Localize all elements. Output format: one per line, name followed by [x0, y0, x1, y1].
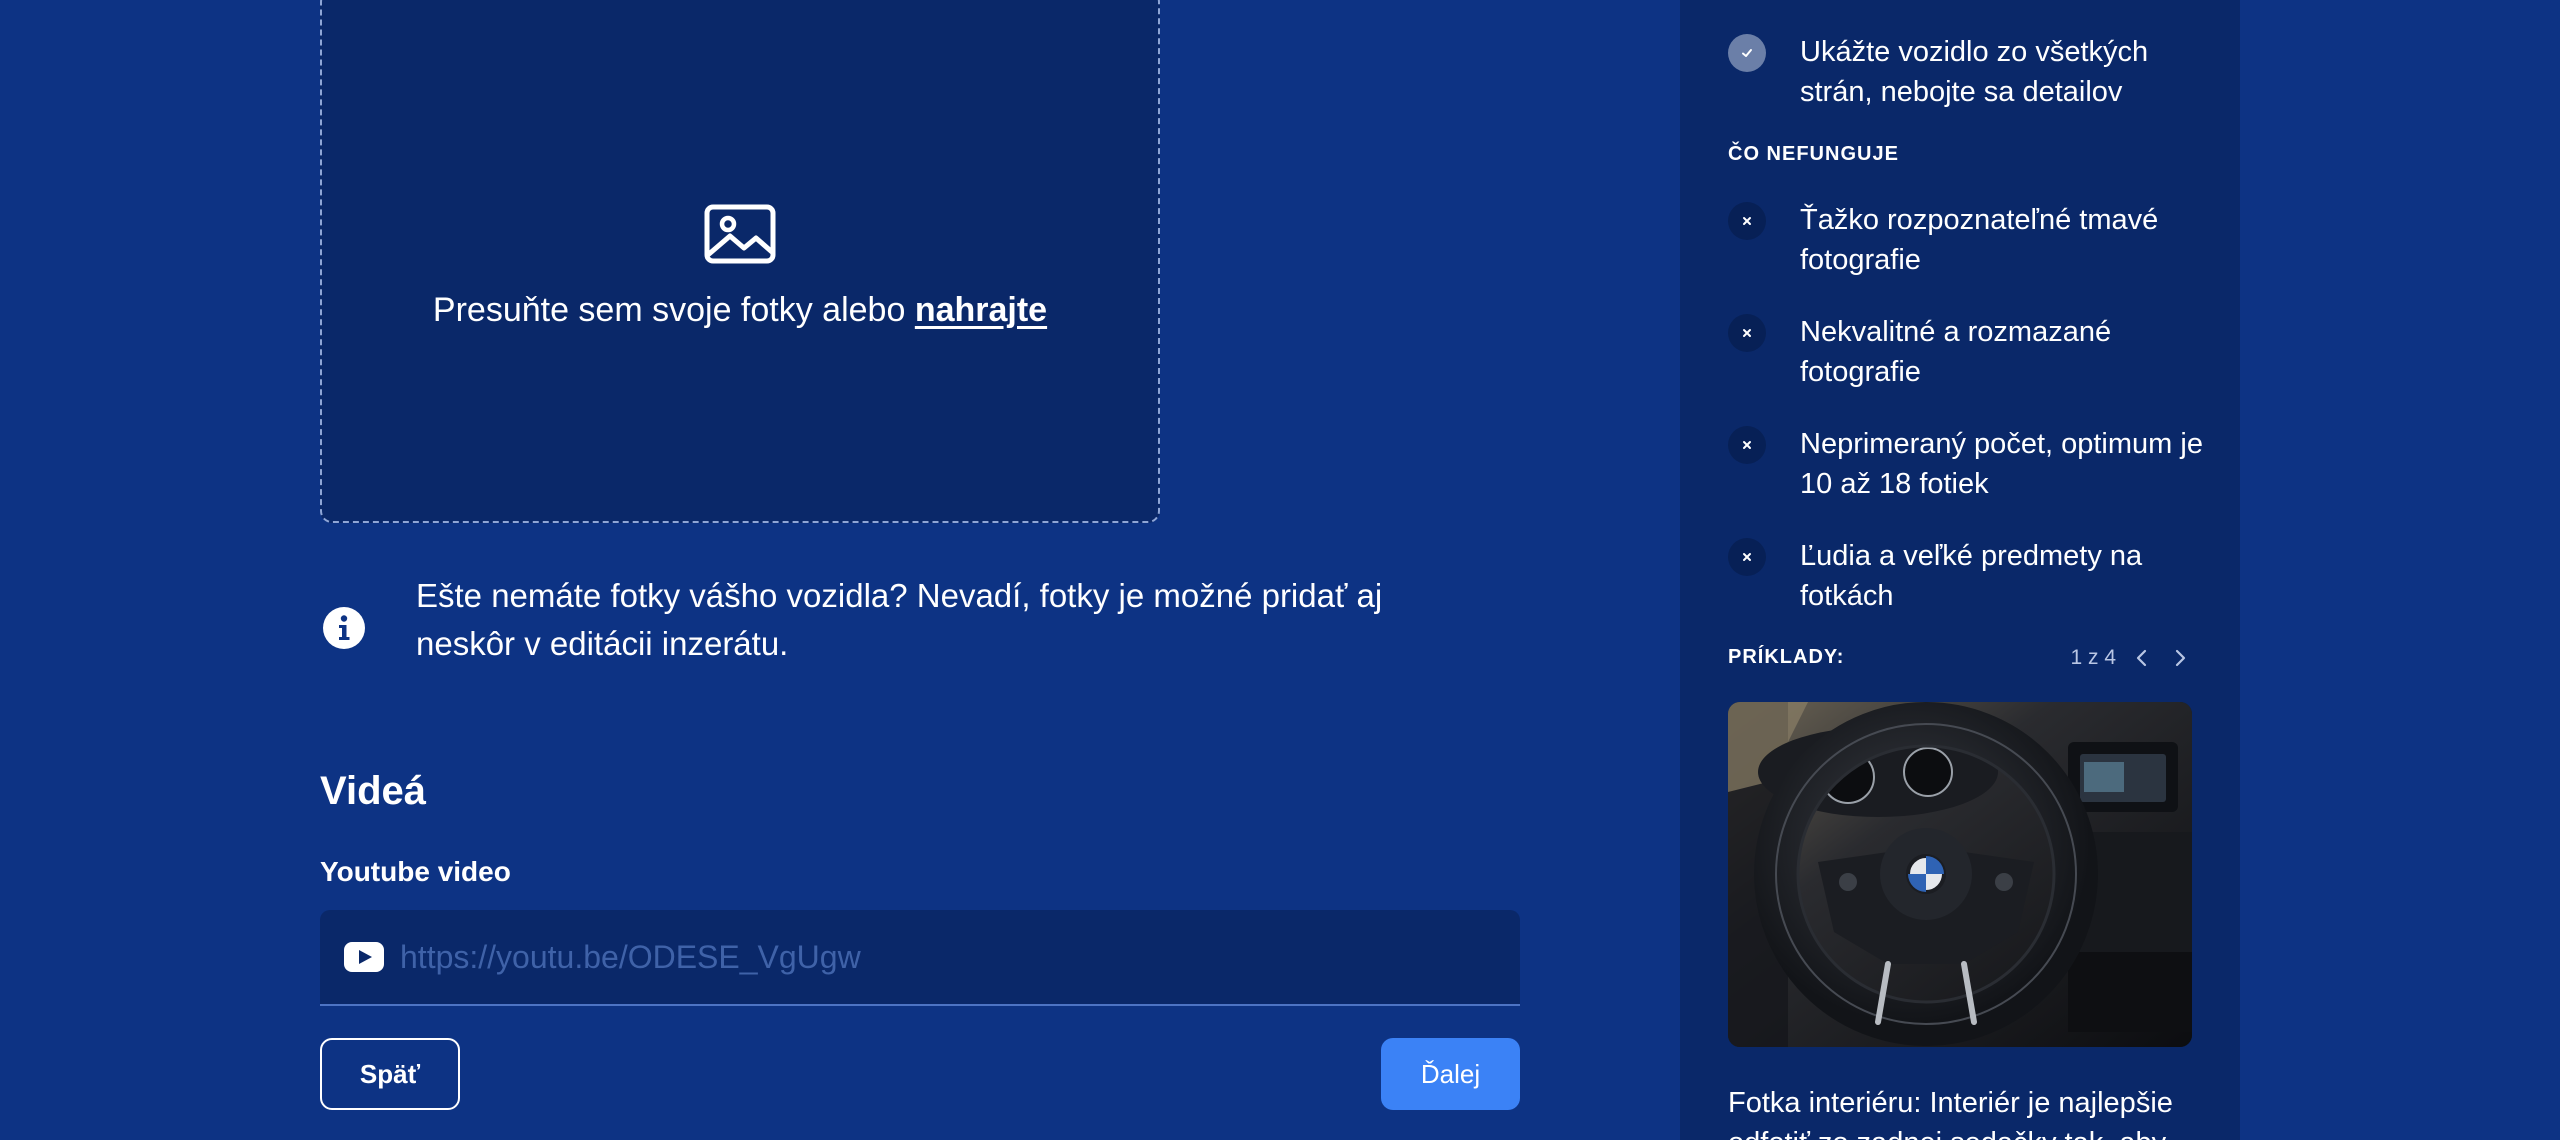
- photo-dropzone[interactable]: Presuňte sem svoje fotky alebo nahrajte: [320, 0, 1160, 523]
- tip-item-works: Ukážte vozidlo zo všetkých strán, nebojt…: [1728, 32, 2208, 112]
- tip-item-bad: Ľudia a veľké predmety na fotkách: [1728, 536, 2208, 616]
- examples-heading: PRÍKLADY:: [1728, 646, 1845, 668]
- close-icon: [1728, 202, 1766, 240]
- dropzone-instruction: Presuňte sem svoje fotky alebo: [432, 290, 915, 329]
- tip-text: Ukážte vozidlo zo všetkých strán, nebojt…: [1800, 36, 2149, 108]
- tip-text: Ľudia a veľké predmety na fotkách: [1800, 540, 2143, 612]
- youtube-label: Youtube video: [320, 856, 511, 887]
- photo-tips-panel: Ukážte vozidlo zo všetkých strán, nebojt…: [1680, 0, 2240, 1140]
- info-icon: [323, 607, 365, 649]
- info-text: Ešte nemáte fotky vášho vozidla? Nevadí,…: [416, 577, 1383, 662]
- close-icon: [1728, 426, 1766, 464]
- videos-heading: Videá: [320, 769, 426, 813]
- examples-pager: 1 z 4: [2070, 646, 2192, 670]
- chevron-right-icon[interactable]: [2168, 646, 2192, 670]
- next-button[interactable]: Ďalej: [1381, 1038, 1520, 1110]
- examples-page-indicator: 1 z 4: [2070, 646, 2116, 669]
- tip-text: Ťažko rozpoznateľné tmavé fotografie: [1800, 204, 2159, 276]
- tip-text: Neprimeraný počet, optimum je 10 až 18 f…: [1800, 428, 2203, 500]
- page: Presuňte sem svoje fotky alebo nahrajte …: [0, 0, 2560, 1140]
- tip-item-bad: Neprimeraný počet, optimum je 10 až 18 f…: [1728, 424, 2208, 504]
- check-icon: [1728, 34, 1766, 72]
- youtube-url-input[interactable]: [400, 927, 1520, 987]
- tip-item-bad: Nekvalitné a rozmazané fotografie: [1728, 312, 2208, 392]
- image-icon: [704, 204, 776, 263]
- back-button[interactable]: Späť: [320, 1038, 460, 1110]
- youtube-icon: [344, 942, 384, 972]
- youtube-field[interactable]: [320, 910, 1520, 1006]
- close-icon: [1728, 314, 1766, 352]
- chevron-left-icon[interactable]: [2130, 646, 2154, 670]
- example-photo: [1728, 702, 2192, 1047]
- example-caption: Fotka interiéru: Interiér je najlepšie o…: [1728, 1087, 2173, 1140]
- info-note: Ešte nemáte fotky vášho vozidla? Nevadí,…: [320, 572, 1520, 668]
- close-icon: [1728, 538, 1766, 576]
- not-working-heading: ČO NEFUNGUJE: [1728, 143, 1899, 165]
- dropzone-text: Presuňte sem svoje fotky alebo nahrajte: [433, 290, 1047, 330]
- tip-item-bad: Ťažko rozpoznateľné tmavé fotografie: [1728, 200, 2208, 280]
- upload-link[interactable]: nahrajte: [915, 291, 1047, 329]
- steering-wheel-photo: [1728, 702, 2192, 1047]
- tip-text: Nekvalitné a rozmazané fotografie: [1800, 316, 2112, 388]
